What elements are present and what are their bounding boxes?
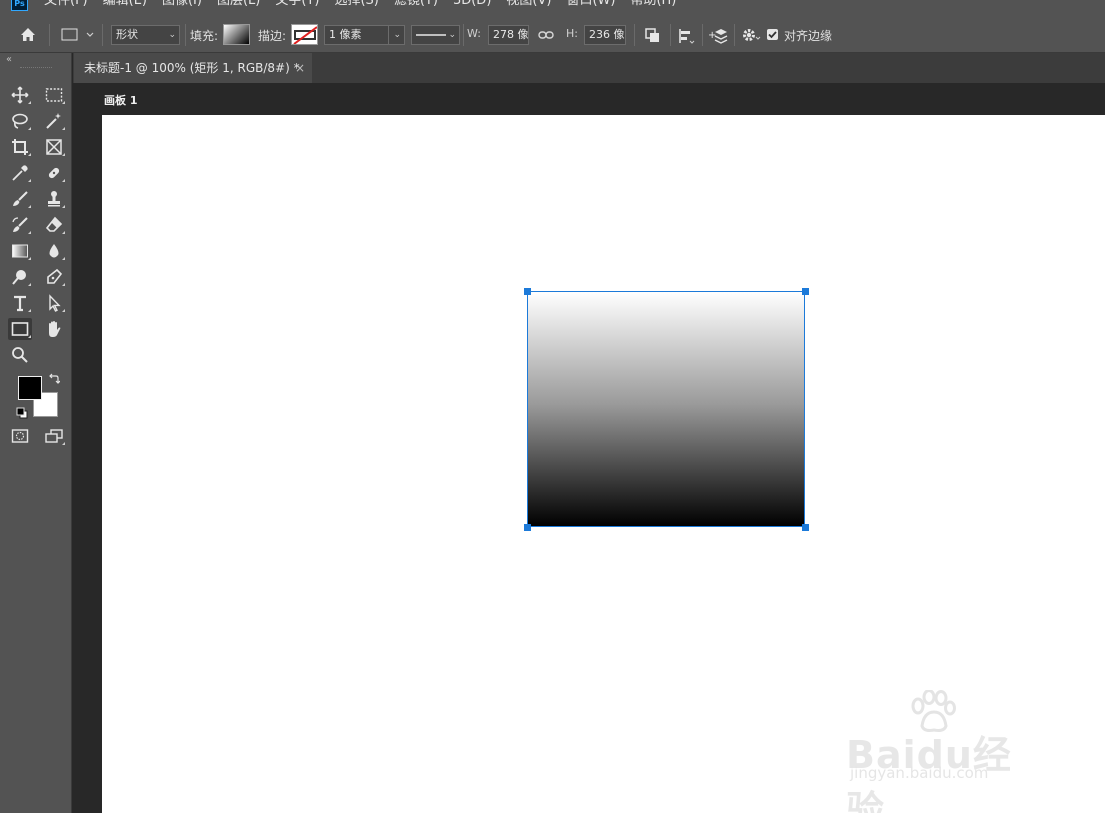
checkmark-icon: [768, 31, 777, 39]
home-icon[interactable]: [18, 25, 38, 48]
tools-panel: ‹‹: [0, 53, 72, 813]
menu-3d[interactable]: 3D(D): [453, 0, 491, 10]
transform-handle-bottom-left[interactable]: [524, 524, 531, 531]
document-tab-bar: 未标题-1 @ 100% (矩形 1, RGB/8#) * ×: [73, 53, 1105, 83]
height-value: 236 像素: [589, 28, 625, 41]
menu-select[interactable]: 选择(S): [334, 0, 378, 10]
menu-image[interactable]: 图像(I): [162, 0, 202, 10]
gear-icon[interactable]: [741, 26, 761, 47]
collapse-panel-icon[interactable]: ‹‹: [6, 54, 12, 65]
width-label: W:: [467, 27, 481, 40]
separator: [102, 24, 103, 46]
type-tool-icon[interactable]: [8, 292, 32, 314]
link-icon[interactable]: [538, 28, 554, 45]
menu-file[interactable]: 文件(F): [44, 0, 88, 10]
shape-tool-preset-picker[interactable]: [60, 27, 96, 46]
menu-window[interactable]: 窗口(W): [566, 0, 615, 10]
tool-mode-value: 形状: [116, 28, 138, 41]
stroke-label: 描边:: [258, 29, 287, 43]
menu-view[interactable]: 视图(V): [506, 0, 551, 10]
height-label: H:: [566, 27, 578, 40]
marquee-tool-icon[interactable]: [42, 84, 66, 106]
menu-help[interactable]: 帮助(H): [630, 0, 676, 10]
separator: [734, 24, 735, 46]
menu-edit[interactable]: 编辑(E): [103, 0, 147, 10]
stroke-swatch[interactable]: [291, 24, 318, 45]
lasso-tool-icon[interactable]: [8, 110, 32, 132]
zoom-tool-icon[interactable]: [8, 344, 32, 366]
menu-type[interactable]: 文字(Y): [275, 0, 319, 10]
hand-tool-icon[interactable]: [42, 318, 66, 340]
menu-layer[interactable]: 图层(L): [217, 0, 260, 10]
foreground-color-swatch[interactable]: [18, 376, 42, 400]
baidu-jingyan-watermark: Baidu经验 jingyan.baidu.com: [846, 690, 1046, 813]
photoshop-window: Ps 文件(F) 编辑(E) 图像(I) 图层(L) 文字(Y) 选择(S) 滤…: [0, 0, 1105, 813]
document-tab[interactable]: 未标题-1 @ 100% (矩形 1, RGB/8#) * ×: [74, 53, 312, 83]
path-selection-tool-icon[interactable]: [42, 292, 66, 314]
separator: [49, 24, 50, 46]
quick-mask-icon[interactable]: [8, 425, 32, 447]
pen-tool-icon[interactable]: [42, 266, 66, 288]
stroke-width-value: 1 像素: [329, 28, 362, 41]
clone-stamp-tool-icon[interactable]: [42, 188, 66, 210]
gradient-tool-icon[interactable]: [8, 240, 32, 262]
path-operations-icon[interactable]: [644, 27, 662, 48]
eyedropper-tool-icon[interactable]: [8, 162, 32, 184]
tool-mode-select[interactable]: 形状 ⌄: [111, 25, 180, 45]
default-colors-icon[interactable]: [16, 407, 28, 422]
transform-handle-top-left[interactable]: [524, 288, 531, 295]
blur-tool-icon[interactable]: [42, 240, 66, 262]
transform-handle-top-right[interactable]: [802, 288, 809, 295]
move-tool-icon[interactable]: [8, 84, 32, 106]
path-arrangement-icon[interactable]: +: [708, 26, 730, 49]
rectangle-tool-icon[interactable]: [8, 318, 32, 340]
stroke-width-select[interactable]: 1 像素 ⌄: [324, 25, 405, 45]
dodge-tool-icon[interactable]: [8, 266, 32, 288]
magic-wand-tool-icon[interactable]: [42, 110, 66, 132]
watermark-url-text: jingyan.baidu.com: [850, 764, 989, 782]
transform-handle-bottom-right[interactable]: [802, 524, 809, 531]
separator: [185, 24, 186, 46]
history-brush-tool-icon[interactable]: [8, 214, 32, 236]
chevron-down-icon: ⌄: [388, 26, 401, 44]
align-edges-label: 对齐边缘: [784, 29, 833, 43]
chevron-down-icon: ⌄: [168, 30, 176, 40]
menu-items: 文件(F) 编辑(E) 图像(I) 图层(L) 文字(Y) 选择(S) 滤镜(T…: [44, 0, 691, 10]
stroke-type-select[interactable]: ⌄: [411, 25, 460, 45]
gradient-rectangle-shape[interactable]: [527, 291, 805, 527]
menu-bar: Ps 文件(F) 编辑(E) 图像(I) 图层(L) 文字(Y) 选择(S) 滤…: [0, 0, 1105, 17]
width-input[interactable]: 278 像素: [488, 25, 529, 45]
align-edges-checkbox[interactable]: [767, 29, 778, 40]
screen-mode-icon[interactable]: [42, 425, 66, 447]
panel-grip[interactable]: [20, 67, 52, 69]
brush-tool-icon[interactable]: [8, 188, 32, 210]
options-bar: 形状 ⌄ 填充: 描边: 1 像素 ⌄ ⌄ W: 278 像素 H: 236 像…: [0, 17, 1105, 53]
separator: [463, 24, 464, 46]
healing-brush-tool-icon[interactable]: [42, 162, 66, 184]
separator: [634, 24, 635, 46]
crop-tool-icon[interactable]: [8, 136, 32, 158]
width-value: 278 像素: [493, 28, 529, 41]
svg-text:+: +: [708, 30, 716, 41]
close-icon[interactable]: ×: [295, 53, 305, 83]
path-alignment-icon[interactable]: [677, 27, 695, 48]
chevron-down-icon: ⌄: [448, 30, 456, 40]
stroke-line-icon: [416, 34, 446, 36]
swap-colors-icon[interactable]: [48, 373, 61, 388]
artboard-label[interactable]: 画板 1: [104, 92, 137, 108]
photoshop-logo: Ps: [11, 0, 28, 11]
separator: [702, 24, 703, 46]
height-input[interactable]: 236 像素: [584, 25, 626, 45]
separator: [670, 24, 671, 46]
fill-swatch[interactable]: [223, 24, 250, 45]
eraser-tool-icon[interactable]: [42, 214, 66, 236]
document-tab-title: 未标题-1 @ 100% (矩形 1, RGB/8#) *: [84, 61, 300, 75]
fill-label: 填充:: [190, 29, 219, 43]
frame-tool-icon[interactable]: [42, 136, 66, 158]
menu-filter[interactable]: 滤镜(T): [394, 0, 438, 10]
